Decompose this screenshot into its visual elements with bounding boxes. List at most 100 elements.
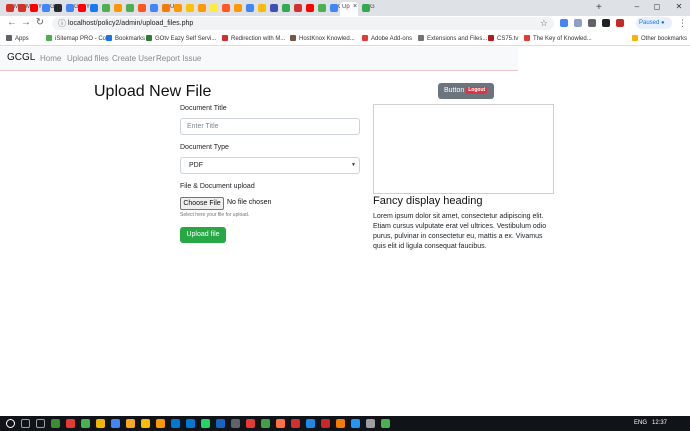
bookmark-item[interactable]: iSitemap PRO - Co... [46, 34, 111, 44]
browser-toolbar: ← → ↻ ⓘ localhost/policy2/admin/upload_f… [0, 16, 690, 31]
taskbar-app-icon[interactable] [351, 419, 360, 428]
bookmark-icon [290, 35, 296, 41]
taskbar-app-icon[interactable] [81, 419, 90, 428]
avatar: ● [661, 20, 665, 26]
bookmark-item[interactable]: CS75.tv [488, 34, 518, 44]
info-icon[interactable]: ⓘ [58, 18, 66, 29]
tab-favicon [246, 4, 254, 12]
taskbar-app-icon[interactable] [261, 419, 270, 428]
tab-favicon [234, 4, 242, 12]
bookmark-icon [524, 35, 530, 41]
tab-favicon [90, 4, 98, 12]
tab-favicon [362, 4, 370, 12]
nav-upload-files[interactable]: Upload files [67, 54, 109, 63]
bookmark-item[interactable]: The Key of Knowled... [524, 34, 592, 44]
back-icon[interactable]: ← [6, 17, 18, 29]
taskbar-app-icon[interactable] [171, 419, 180, 428]
logout-button-label: Button [444, 87, 465, 94]
upload-file-button[interactable]: Upload file [180, 227, 226, 243]
extension-php-icon[interactable] [574, 19, 582, 27]
taskbar-app-icon[interactable] [381, 419, 390, 428]
extension-grid-icon[interactable] [588, 19, 596, 27]
nav-create-user[interactable]: Create User [112, 54, 155, 63]
search-icon[interactable] [21, 419, 30, 428]
taskbar-app-icon[interactable] [321, 419, 330, 428]
document-title-placeholder: Enter Title [187, 123, 219, 130]
menu-icon[interactable]: ⋮ [678, 17, 687, 29]
task-view-icon[interactable] [36, 419, 45, 428]
close-tab-icon[interactable]: × [353, 3, 357, 10]
document-title-input[interactable]: Enter Title [180, 118, 360, 135]
close-window-icon[interactable]: ✕ [668, 0, 690, 14]
bookmark-icon [222, 35, 228, 41]
maximize-icon[interactable]: ◻ [646, 0, 668, 14]
file-help-text: Select here your file for upload. [180, 212, 250, 218]
clock[interactable]: 12:37 [652, 420, 667, 427]
bookmark-item[interactable]: Apps [6, 34, 29, 44]
no-file-text: No file chosen [227, 199, 272, 206]
start-icon[interactable] [6, 419, 15, 428]
bookmark-item[interactable]: Redirection with M... [222, 34, 285, 44]
forward-icon[interactable]: → [20, 17, 32, 29]
fancy-heading: Fancy display heading [373, 195, 483, 207]
new-tab-icon[interactable]: + [596, 2, 602, 14]
extension-dark-icon[interactable] [602, 19, 610, 27]
taskbar-app-icon[interactable] [336, 419, 345, 428]
tab-favicon [174, 4, 182, 12]
taskbar-app-icon[interactable] [201, 419, 210, 428]
bookmark-star-icon[interactable]: ☆ [540, 17, 548, 30]
address-bar[interactable]: ⓘ localhost/policy2/admin/upload_files.p… [52, 17, 554, 30]
taskbar-app-icon[interactable] [366, 419, 375, 428]
bookmark-item[interactable]: Extensions and Files... [418, 34, 487, 44]
bookmark-icon [488, 35, 494, 41]
document-type-select[interactable]: PDF ▼ [180, 157, 360, 174]
language-indicator[interactable]: ENG [634, 420, 647, 427]
bookmark-icon [106, 35, 112, 41]
bookmark-icon [418, 35, 424, 41]
taskbar-app-icon[interactable] [186, 419, 195, 428]
taskbar-app-icon[interactable] [291, 419, 300, 428]
tab-favicon [54, 4, 62, 12]
bookmark-item[interactable]: Adobe Add-ons [362, 34, 412, 44]
profile-paused-button[interactable]: Paused ● [636, 17, 672, 29]
taskbar-app-icon[interactable] [141, 419, 150, 428]
navbar-brand[interactable]: GCGL [7, 52, 35, 63]
bookmark-item[interactable]: HostKnox Knowled... [290, 34, 355, 44]
bookmark-label: iSitemap PRO - Co... [55, 36, 112, 42]
minimize-icon[interactable]: – [626, 0, 648, 14]
tab-favicon [222, 4, 230, 12]
taskbar-app-icon[interactable] [96, 419, 105, 428]
reload-icon[interactable]: ↻ [34, 17, 46, 29]
paused-label: Paused [639, 20, 660, 26]
document-type-label: Document Type [180, 144, 229, 151]
taskbar-app-icon[interactable] [126, 419, 135, 428]
taskbar-app-icon[interactable] [66, 419, 75, 428]
tab-favicon [78, 4, 86, 12]
tab-favicon [138, 4, 146, 12]
bookmark-item[interactable]: Other bookmarks [632, 34, 687, 44]
tab-favicon [102, 4, 110, 12]
taskbar-app-icon[interactable] [246, 419, 255, 428]
nav-home[interactable]: Home [40, 54, 61, 63]
logout-button[interactable]: Button Logout [438, 83, 494, 99]
taskbar-app-icon[interactable] [216, 419, 225, 428]
bookmark-label: HostKnox Knowled... [299, 36, 355, 42]
taskbar-app-icon[interactable] [111, 419, 120, 428]
tab-active[interactable]: Up × [340, 2, 358, 16]
tab-favicon [42, 4, 50, 12]
nav-report-issue[interactable]: Report Issue [156, 54, 201, 63]
bookmark-item[interactable]: GOtv Eazy Self Servi... [146, 34, 216, 44]
taskbar-app-icon[interactable] [306, 419, 315, 428]
extension-translate-icon[interactable] [560, 19, 568, 27]
tab-favicon [186, 4, 194, 12]
bookmark-item[interactable]: Bookmarks [106, 34, 145, 44]
extension-pdf-icon[interactable] [616, 19, 624, 27]
taskbar-app-icon[interactable] [276, 419, 285, 428]
tab-favicon [210, 4, 218, 12]
taskbar-app-icon[interactable] [156, 419, 165, 428]
taskbar-app-icon[interactable] [231, 419, 240, 428]
choose-file-button[interactable]: Choose File [180, 197, 224, 210]
taskbar-app-icon[interactable] [51, 419, 60, 428]
document-type-value: PDF [189, 162, 203, 169]
tab[interactable]: G [360, 2, 375, 16]
